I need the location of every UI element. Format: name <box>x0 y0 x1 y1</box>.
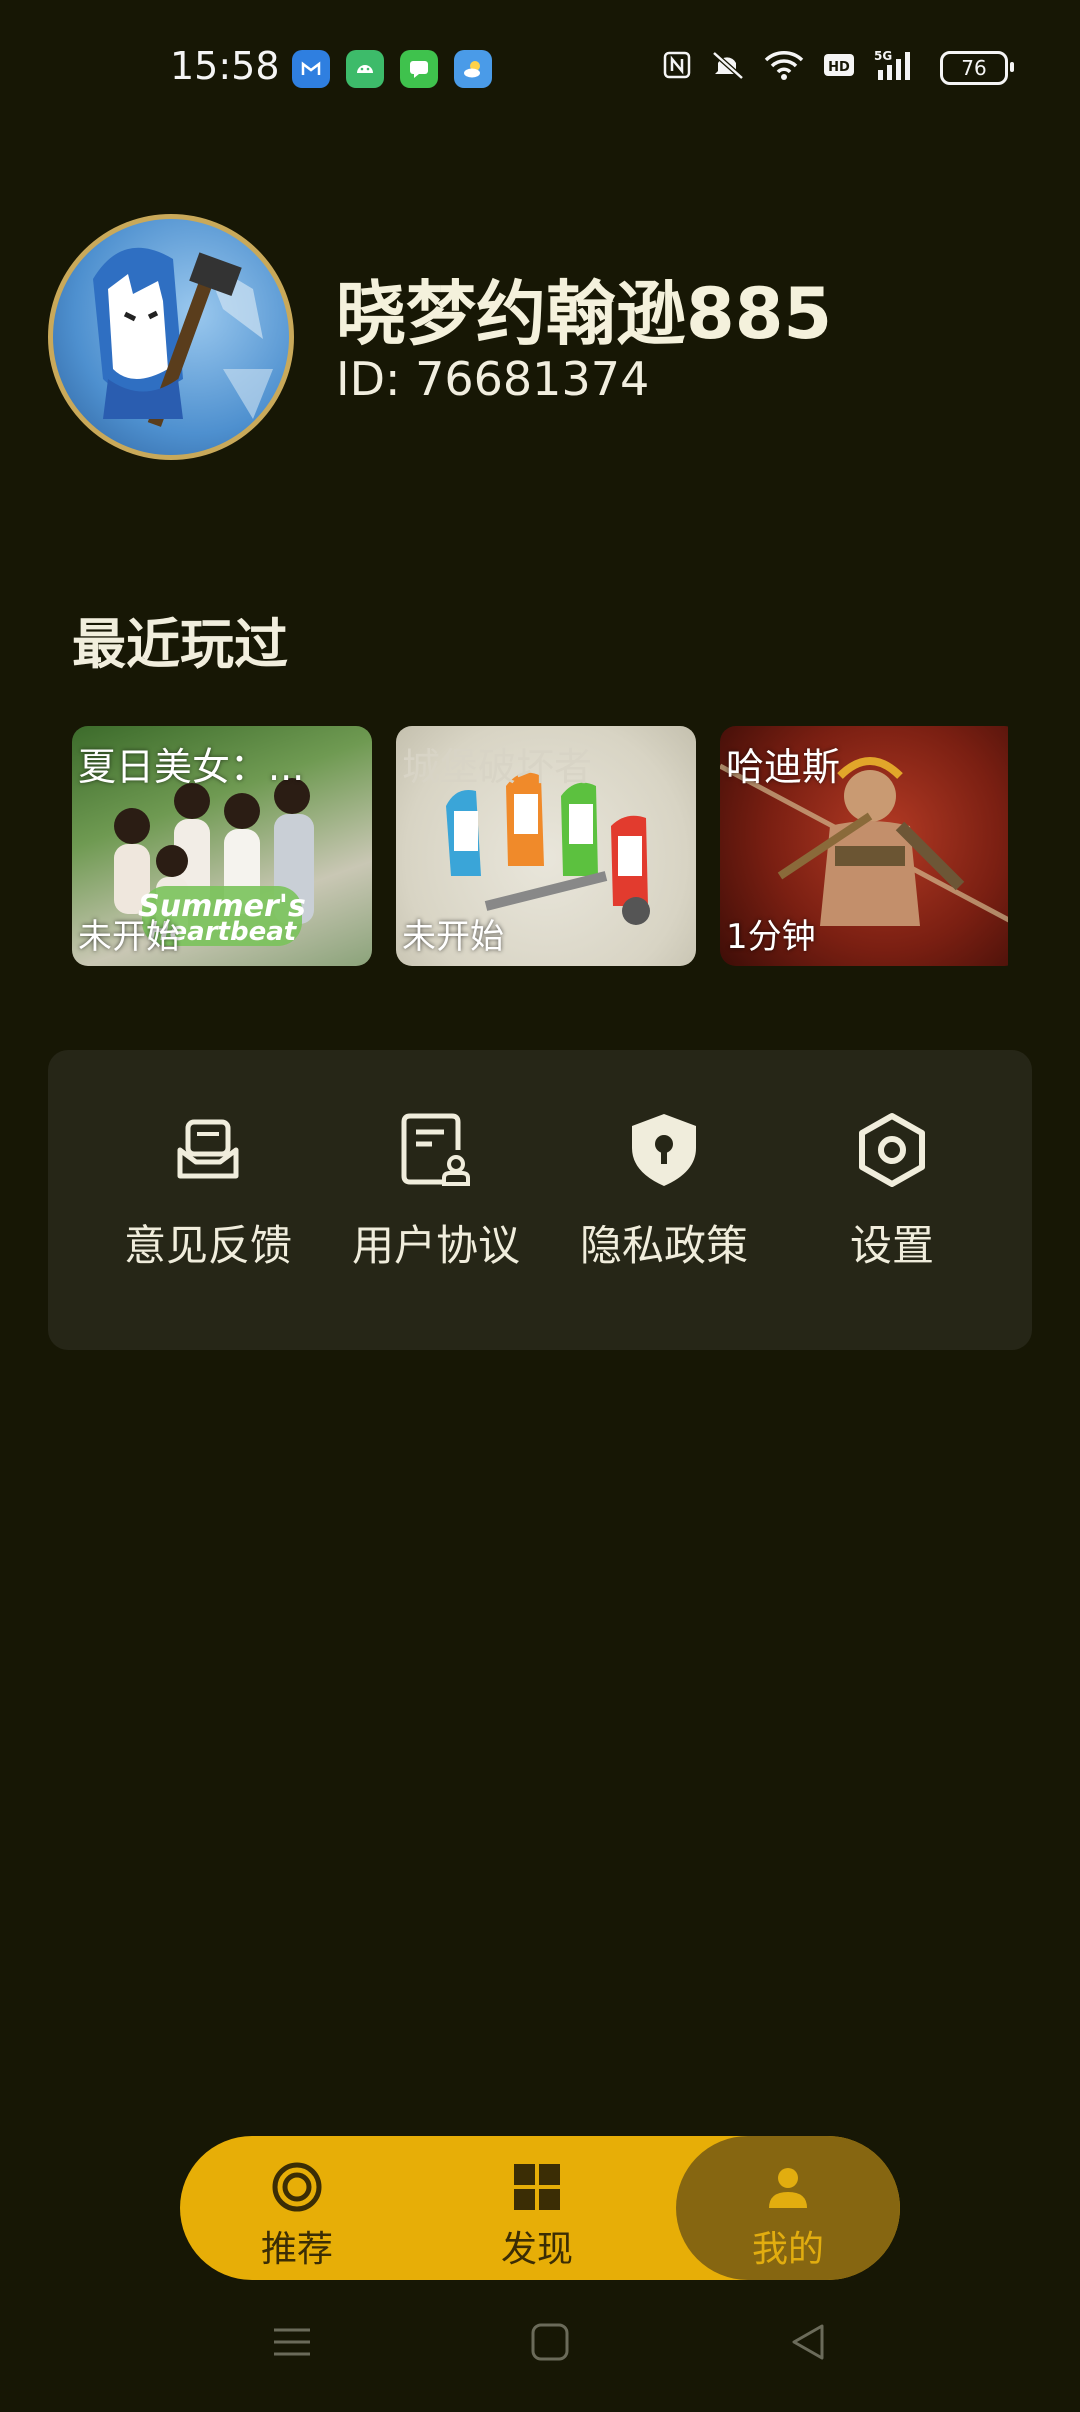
game-playtime: 未开始 <box>402 917 504 957</box>
tab-discover-label: 发现 <box>500 2229 573 2270</box>
game-playtime: 未开始 <box>78 917 180 957</box>
settings-icon <box>859 1113 925 1187</box>
feedback-icon <box>177 1119 239 1179</box>
myfun-app-icon <box>292 50 330 88</box>
battery-level: 76 <box>961 55 987 80</box>
menu-panel: 意见反馈 用户协议 隐私政策 设置 <box>48 1050 1032 1350</box>
tab-recommend-label: 推荐 <box>260 2229 333 2270</box>
menu-nav-icon[interactable] <box>270 2320 314 2368</box>
recent-section-title: 最近玩过 <box>72 613 288 676</box>
feedback-menu-item[interactable]: 意见反馈 <box>94 1110 322 1273</box>
feedback-label: 意见反馈 <box>123 1221 292 1270</box>
user-id: ID: 76681374 <box>336 352 650 406</box>
avatar[interactable] <box>48 214 294 460</box>
status-time: 15:58 <box>170 44 280 88</box>
nfc-icon <box>662 50 692 85</box>
privacy-policy-label: 隐私政策 <box>579 1221 748 1270</box>
user-agreement-icon <box>401 1113 470 1186</box>
user-agreement-label: 用户协议 <box>351 1221 520 1270</box>
game-card-hades[interactable]: 哈迪斯 1分钟 <box>720 726 1008 966</box>
status-indicators: HD 5G 76 <box>662 48 1014 87</box>
bottom-tab-bar: 推荐 发现 我的 <box>180 2136 900 2280</box>
privacy-shield-icon <box>632 1114 696 1186</box>
status-bar: 15:58 HD 5G 76 <box>0 0 1080 140</box>
settings-label: 设置 <box>849 1221 934 1270</box>
android-app-icon <box>346 50 384 88</box>
hd-icon: HD <box>822 51 856 84</box>
tab-profile[interactable]: 我的 <box>676 2136 900 2280</box>
game-card-castle-crashers[interactable]: 城堡破坏者 未开始 <box>396 726 696 966</box>
avatar-knight-image <box>93 247 273 427</box>
recommend-icon <box>272 2162 322 2212</box>
game-title: 城堡破坏者 <box>402 745 593 789</box>
settings-menu-item[interactable]: 设置 <box>778 1110 1006 1273</box>
tab-profile-label: 我的 <box>751 2229 824 2270</box>
user-agreement-menu-item[interactable]: 用户协议 <box>322 1110 550 1273</box>
discover-grid-icon <box>514 2164 560 2210</box>
notification-icons <box>292 50 492 88</box>
tab-recommend[interactable]: 推荐 <box>190 2136 404 2280</box>
signal-5g-icon: 5G <box>874 48 922 87</box>
tab-discover[interactable]: 发现 <box>430 2136 644 2280</box>
battery-indicator: 76 <box>940 50 1014 85</box>
game-title: 哈迪斯 <box>726 745 841 789</box>
profile-person-icon <box>769 2168 807 2208</box>
game-card-summer-heartbeat[interactable]: Summer's Heartbeat 夏日美女：... 未开始 <box>72 726 372 966</box>
game-title: 夏日美女：... <box>78 745 305 789</box>
svg-text:5G: 5G <box>874 49 892 63</box>
svg-text:HD: HD <box>828 60 850 75</box>
messages-app-icon <box>400 50 438 88</box>
privacy-policy-menu-item[interactable]: 隐私政策 <box>550 1110 778 1273</box>
system-nav-bar <box>0 2310 1080 2380</box>
back-nav-icon[interactable] <box>786 2320 830 2368</box>
username: 晓梦约翰逊885 <box>336 273 833 355</box>
wifi-icon <box>764 49 804 86</box>
mute-icon <box>710 49 746 86</box>
recent-games-list: Summer's Heartbeat 夏日美女：... 未开始 城堡破坏者 未开… <box>72 726 1008 966</box>
game-playtime: 1分钟 <box>726 917 816 957</box>
home-nav-icon[interactable] <box>528 2320 572 2368</box>
weather-app-icon <box>454 50 492 88</box>
